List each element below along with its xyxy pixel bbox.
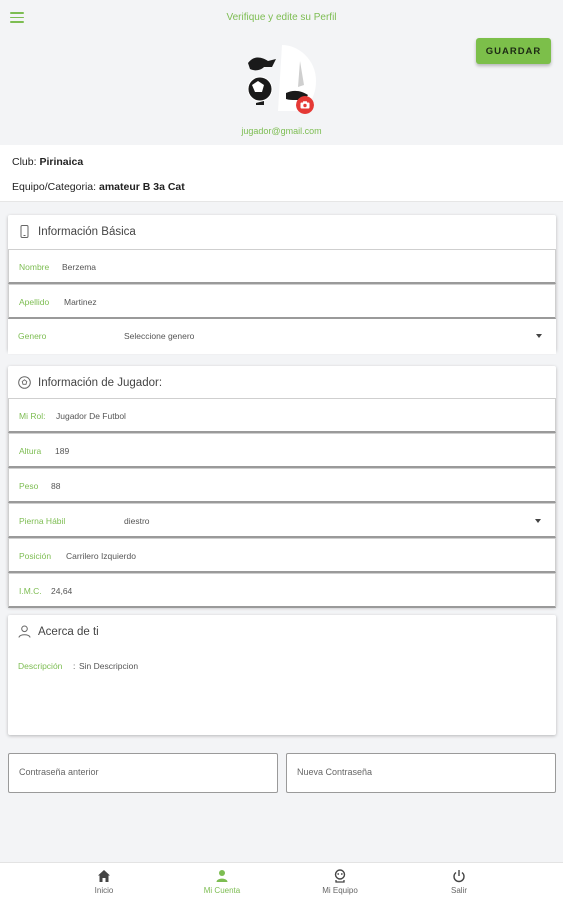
position-field[interactable]: Posición Carrilero Izquierdo — [8, 538, 556, 573]
dropdown-caret-icon — [535, 519, 541, 523]
field-label: Nombre — [19, 262, 50, 272]
dominant-leg-select[interactable]: Pierna Hábil diestro — [8, 503, 556, 538]
club-panel: Club: Pirinaica Equipo/Categoria: amateu… — [0, 145, 563, 202]
about-card: Acerca de ti Descripción : Sin Descripci… — [8, 615, 556, 735]
bottom-nav: Inicio Mi Cuenta Mi Equipo Salir — [0, 862, 563, 900]
nav-label: Mi Cuenta — [203, 886, 241, 895]
field-label: Pierna Hábil — [19, 516, 66, 526]
team-label: Equipo/Categoria: — [12, 181, 97, 193]
field-value: Jugador De Futbol — [56, 411, 126, 421]
person-icon — [216, 870, 228, 882]
new-password-placeholder: Nueva Contraseña — [297, 767, 373, 777]
club-value: Pirinaica — [39, 156, 84, 168]
page-title: Verifique y edite su Perfil — [226, 12, 337, 23]
gender-select[interactable]: Genero Seleccione genero — [8, 319, 556, 354]
home-icon — [98, 870, 110, 882]
field-label: I.M.C. — [19, 586, 42, 596]
about-title: Acerca de ti — [38, 626, 99, 638]
field-value: Berzema — [62, 262, 97, 272]
nav-item-inicio[interactable]: Inicio — [44, 863, 164, 900]
height-field[interactable]: Altura 189 — [8, 433, 556, 468]
nav-item-mi-cuenta[interactable]: Mi Cuenta — [162, 863, 282, 900]
phone-icon — [20, 225, 29, 238]
field-label: Apellido — [19, 297, 50, 307]
nav-item-mi-equipo[interactable]: Mi Equipo — [280, 863, 400, 900]
description-colon: : — [73, 661, 76, 671]
save-button[interactable]: GUARDAR — [476, 38, 551, 64]
field-value: Carrilero Izquierdo — [66, 551, 136, 561]
description-label: Descripción — [18, 661, 63, 671]
player-info-header: Información de Jugador: — [8, 366, 556, 398]
description-field[interactable]: Descripción : Sin Descripcion — [8, 655, 556, 725]
field-value: 88 — [51, 481, 61, 491]
camera-icon[interactable] — [296, 96, 314, 114]
player-info-title: Información de Jugador: — [38, 377, 163, 389]
new-password-input[interactable]: Nueva Contraseña — [286, 753, 556, 793]
team-value: amateur B 3a Cat — [98, 181, 185, 193]
basic-info-card: Información Básica Nombre Berzema Apelli… — [8, 215, 556, 354]
field-label: Posición — [19, 551, 52, 561]
first-name-field[interactable]: Nombre Berzema — [8, 249, 556, 284]
nav-label: Inicio — [94, 886, 114, 895]
basic-info-header: Información Básica — [8, 215, 556, 249]
team-icon — [334, 869, 346, 883]
old-password-placeholder: Contraseña anterior — [19, 767, 99, 777]
soccer-ball-icon — [18, 376, 31, 389]
nav-label: Salir — [450, 886, 467, 895]
field-value: 189 — [55, 446, 70, 456]
player-info-card: Información de Jugador: Mi Rol: Jugador … — [8, 366, 556, 608]
about-header: Acerca de ti — [8, 615, 556, 649]
last-name-field[interactable]: Apellido Martinez — [8, 284, 556, 319]
person-outline-icon — [18, 625, 31, 638]
role-field[interactable]: Mi Rol: Jugador De Futbol — [8, 398, 556, 433]
field-value: diestro — [124, 516, 150, 526]
power-icon — [453, 870, 465, 883]
field-label: Peso — [19, 481, 39, 491]
basic-info-title: Información Básica — [38, 226, 136, 238]
club-label: Club: — [12, 156, 37, 168]
dropdown-caret-icon — [536, 334, 542, 338]
team-line: Equipo/Categoria: amateur B 3a Cat — [12, 181, 185, 193]
bmi-field[interactable]: I.M.C. 24,64 — [8, 573, 556, 608]
nav-label: Mi Equipo — [322, 886, 358, 895]
field-value: Seleccione genero — [124, 331, 195, 341]
description-value: Sin Descripcion — [79, 661, 139, 671]
user-email: jugador@gmail.com — [241, 126, 322, 136]
top-bar: Verifique y edite su Perfil — [0, 0, 563, 36]
field-value: Martinez — [64, 297, 97, 307]
field-label: Genero — [18, 331, 47, 341]
club-line: Club: Pirinaica — [12, 156, 83, 168]
field-label: Mi Rol: — [19, 411, 46, 421]
old-password-input[interactable]: Contraseña anterior — [8, 753, 278, 793]
field-value: 24,64 — [51, 586, 73, 596]
weight-field[interactable]: Peso 88 — [8, 468, 556, 503]
nav-item-salir[interactable]: Salir — [399, 863, 519, 900]
field-label: Altura — [19, 446, 42, 456]
